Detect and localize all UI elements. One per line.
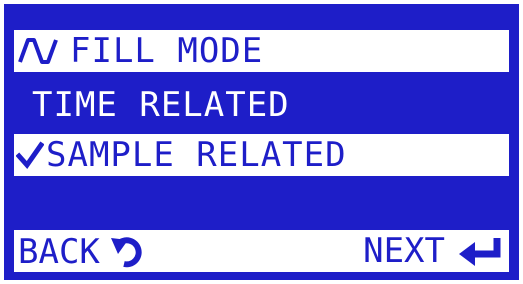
menu-title: FILL MODE — [70, 31, 264, 71]
enter-arrow-icon — [459, 238, 501, 266]
menu-title-bar: FILL MODE — [14, 30, 509, 72]
next-button[interactable]: NEXT — [363, 234, 505, 268]
back-button[interactable]: BACK — [18, 234, 148, 270]
rotate-back-icon — [110, 237, 142, 268]
footer-bar: BACK NEXT — [14, 230, 509, 272]
checkmark-icon — [16, 141, 44, 170]
option-label: TIME RELATED — [32, 85, 290, 125]
option-label: SAMPLE RELATED — [46, 135, 347, 175]
next-label: NEXT — [363, 231, 445, 271]
option-time-related[interactable]: TIME RELATED — [14, 84, 509, 126]
lcd-screen: FILL MODE TIME RELATED SAMPLE RELATED BA… — [4, 4, 519, 280]
sine-wave-icon — [18, 38, 58, 64]
option-sample-related[interactable]: SAMPLE RELATED — [14, 134, 509, 176]
back-label: BACK — [18, 232, 100, 272]
